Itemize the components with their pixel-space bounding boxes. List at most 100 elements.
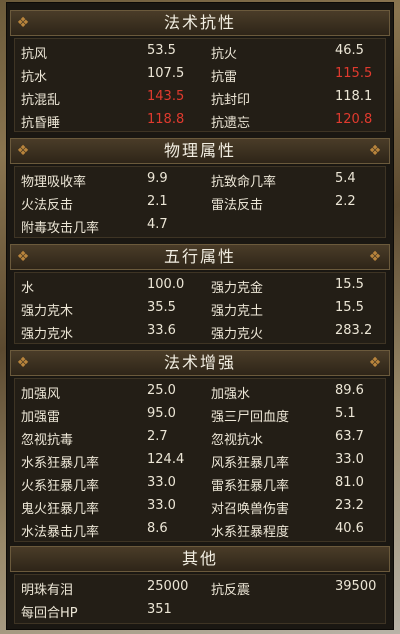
ornament-icon: ❖ bbox=[16, 355, 32, 371]
section-header-five-elements: ❖ 五行属性 ❖ bbox=[10, 244, 390, 270]
stat-value: 5.1 bbox=[335, 406, 356, 421]
stat-value: 4.7 bbox=[147, 217, 168, 232]
stat-label: 水系狂暴几率 bbox=[21, 456, 100, 471]
stat-row: 明珠有泪 25000 抗反震 39500 bbox=[15, 577, 385, 599]
stat-value: 5.4 bbox=[335, 171, 356, 186]
stat-label: 水系狂暴程度 bbox=[211, 525, 290, 540]
stat-value: 33.0 bbox=[335, 452, 364, 467]
stat-label: 抗致命几率 bbox=[211, 175, 277, 190]
stat-label: 雷法反击 bbox=[211, 198, 264, 213]
section-title: 物理属性 bbox=[163, 141, 236, 160]
stat-row: 抗水 107.5 抗雷 115.5 bbox=[15, 64, 385, 86]
stat-row: 加强风 25.0 加强水 89.6 bbox=[15, 381, 385, 403]
stat-value: 9.9 bbox=[147, 171, 168, 186]
stat-value: 35.5 bbox=[147, 300, 176, 315]
section-physical: 物理吸收率 9.9 抗致命几率 5.4 火法反击 2.1 雷法反击 2.2 附毒… bbox=[14, 166, 386, 238]
stat-label: 强力克金 bbox=[211, 281, 264, 296]
section-five-elements: 水 100.0 强力克金 15.5 强力克木 35.5 强力克土 15.5 强力… bbox=[14, 272, 386, 344]
stat-label: 加强雷 bbox=[21, 410, 61, 425]
stat-value: 107.5 bbox=[147, 66, 185, 81]
stat-value: 100.0 bbox=[147, 277, 185, 292]
stat-value: 53.5 bbox=[147, 43, 176, 58]
stat-label: 火法反击 bbox=[21, 198, 74, 213]
stat-label: 抗遗忘 bbox=[211, 116, 251, 131]
section-title: 五行属性 bbox=[163, 247, 236, 266]
stat-row: 水法暴击几率 8.6 水系狂暴程度 40.6 bbox=[15, 519, 385, 541]
stat-value: 2.7 bbox=[147, 429, 168, 444]
ornament-icon: ❖ bbox=[16, 249, 32, 265]
stat-label: 抗风 bbox=[21, 47, 48, 62]
stat-value: 118.8 bbox=[147, 112, 185, 127]
stat-value: 2.1 bbox=[147, 194, 168, 209]
stat-row: 水 100.0 强力克金 15.5 bbox=[15, 275, 385, 297]
section-magic-resist: 抗风 53.5 抗火 46.5 抗水 107.5 抗雷 115.5 抗混乱 14… bbox=[14, 38, 386, 132]
stat-row: 抗昏睡 118.8 抗遗忘 120.8 bbox=[15, 110, 385, 132]
stat-label: 鬼火狂暴几率 bbox=[21, 502, 100, 517]
stat-value: 23.2 bbox=[335, 498, 364, 513]
section-title: 法术抗性 bbox=[163, 13, 236, 32]
stat-label: 强力克土 bbox=[211, 304, 264, 319]
stat-label: 忽视抗水 bbox=[211, 433, 264, 448]
stat-value: 351 bbox=[147, 602, 172, 617]
stat-row: 水系狂暴几率 124.4 风系狂暴几率 33.0 bbox=[15, 450, 385, 472]
stat-label: 抗火 bbox=[211, 47, 238, 62]
stat-row: 每回合HP 351 bbox=[15, 600, 385, 622]
ornament-icon: ❖ bbox=[368, 249, 384, 265]
stat-row: 附毒攻击几率 4.7 bbox=[15, 215, 385, 237]
stat-label: 强力克火 bbox=[211, 327, 264, 342]
stat-label: 抗雷 bbox=[211, 70, 238, 85]
stat-label: 强力克水 bbox=[21, 327, 74, 342]
stat-row: 加强雷 95.0 强三尸回血度 5.1 bbox=[15, 404, 385, 426]
stat-value: 39500 bbox=[335, 579, 377, 594]
stat-value: 33.0 bbox=[147, 498, 176, 513]
stat-value: 25.0 bbox=[147, 383, 176, 398]
stat-value: 89.6 bbox=[335, 383, 364, 398]
stat-label: 忽视抗毒 bbox=[21, 433, 74, 448]
section-header-magic-boost: ❖ 法术增强 ❖ bbox=[10, 350, 390, 376]
stat-value: 25000 bbox=[147, 579, 189, 594]
stat-label: 抗封印 bbox=[211, 93, 251, 108]
stat-label: 抗水 bbox=[21, 70, 48, 85]
stat-value: 95.0 bbox=[147, 406, 176, 421]
stat-label: 加强风 bbox=[21, 387, 61, 402]
stat-label: 加强水 bbox=[211, 387, 251, 402]
stat-label: 附毒攻击几率 bbox=[21, 221, 100, 236]
stat-value: 2.2 bbox=[335, 194, 356, 209]
stat-row: 抗混乱 143.5 抗封印 118.1 bbox=[15, 87, 385, 109]
stat-value: 115.5 bbox=[335, 66, 373, 81]
ornament-icon: ❖ bbox=[16, 15, 32, 31]
stat-value: 15.5 bbox=[335, 300, 364, 315]
stat-row: 强力克水 33.6 强力克火 283.2 bbox=[15, 321, 385, 343]
ornament-icon: ❖ bbox=[16, 143, 32, 159]
stat-value: 143.5 bbox=[147, 89, 185, 104]
stat-label: 水 bbox=[21, 281, 35, 296]
stat-value: 40.6 bbox=[335, 521, 364, 536]
ornament-icon: ❖ bbox=[368, 355, 384, 371]
stat-label: 雷系狂暴几率 bbox=[211, 479, 290, 494]
stat-value: 15.5 bbox=[335, 277, 364, 292]
stat-value: 81.0 bbox=[335, 475, 364, 490]
ornament-icon: ❖ bbox=[368, 143, 384, 159]
stat-label: 强三尸回血度 bbox=[211, 410, 290, 425]
stat-row: 强力克木 35.5 强力克土 15.5 bbox=[15, 298, 385, 320]
stat-row: 火法反击 2.1 雷法反击 2.2 bbox=[15, 192, 385, 214]
stat-label: 火系狂暴几率 bbox=[21, 479, 100, 494]
stat-label: 物理吸收率 bbox=[21, 175, 87, 190]
stat-label: 明珠有泪 bbox=[21, 583, 74, 598]
stat-value: 46.5 bbox=[335, 43, 364, 58]
stat-label: 水法暴击几率 bbox=[21, 525, 100, 540]
stat-value: 118.1 bbox=[335, 89, 373, 104]
stat-label: 每回合HP bbox=[21, 606, 78, 621]
stat-label: 对召唤兽伤害 bbox=[211, 502, 290, 517]
stat-value: 63.7 bbox=[335, 429, 364, 444]
stat-row: 忽视抗毒 2.7 忽视抗水 63.7 bbox=[15, 427, 385, 449]
stat-row: 物理吸收率 9.9 抗致命几率 5.4 bbox=[15, 169, 385, 191]
section-header-other: 其他 bbox=[10, 546, 390, 572]
stat-label: 抗反震 bbox=[211, 583, 251, 598]
stat-row: 火系狂暴几率 33.0 雷系狂暴几率 81.0 bbox=[15, 473, 385, 495]
section-header-magic-resist: ❖ 法术抗性 bbox=[10, 10, 390, 36]
stat-value: 124.4 bbox=[147, 452, 185, 467]
stat-value: 33.6 bbox=[147, 323, 176, 338]
stat-value: 283.2 bbox=[335, 323, 373, 338]
stat-label: 风系狂暴几率 bbox=[211, 456, 290, 471]
